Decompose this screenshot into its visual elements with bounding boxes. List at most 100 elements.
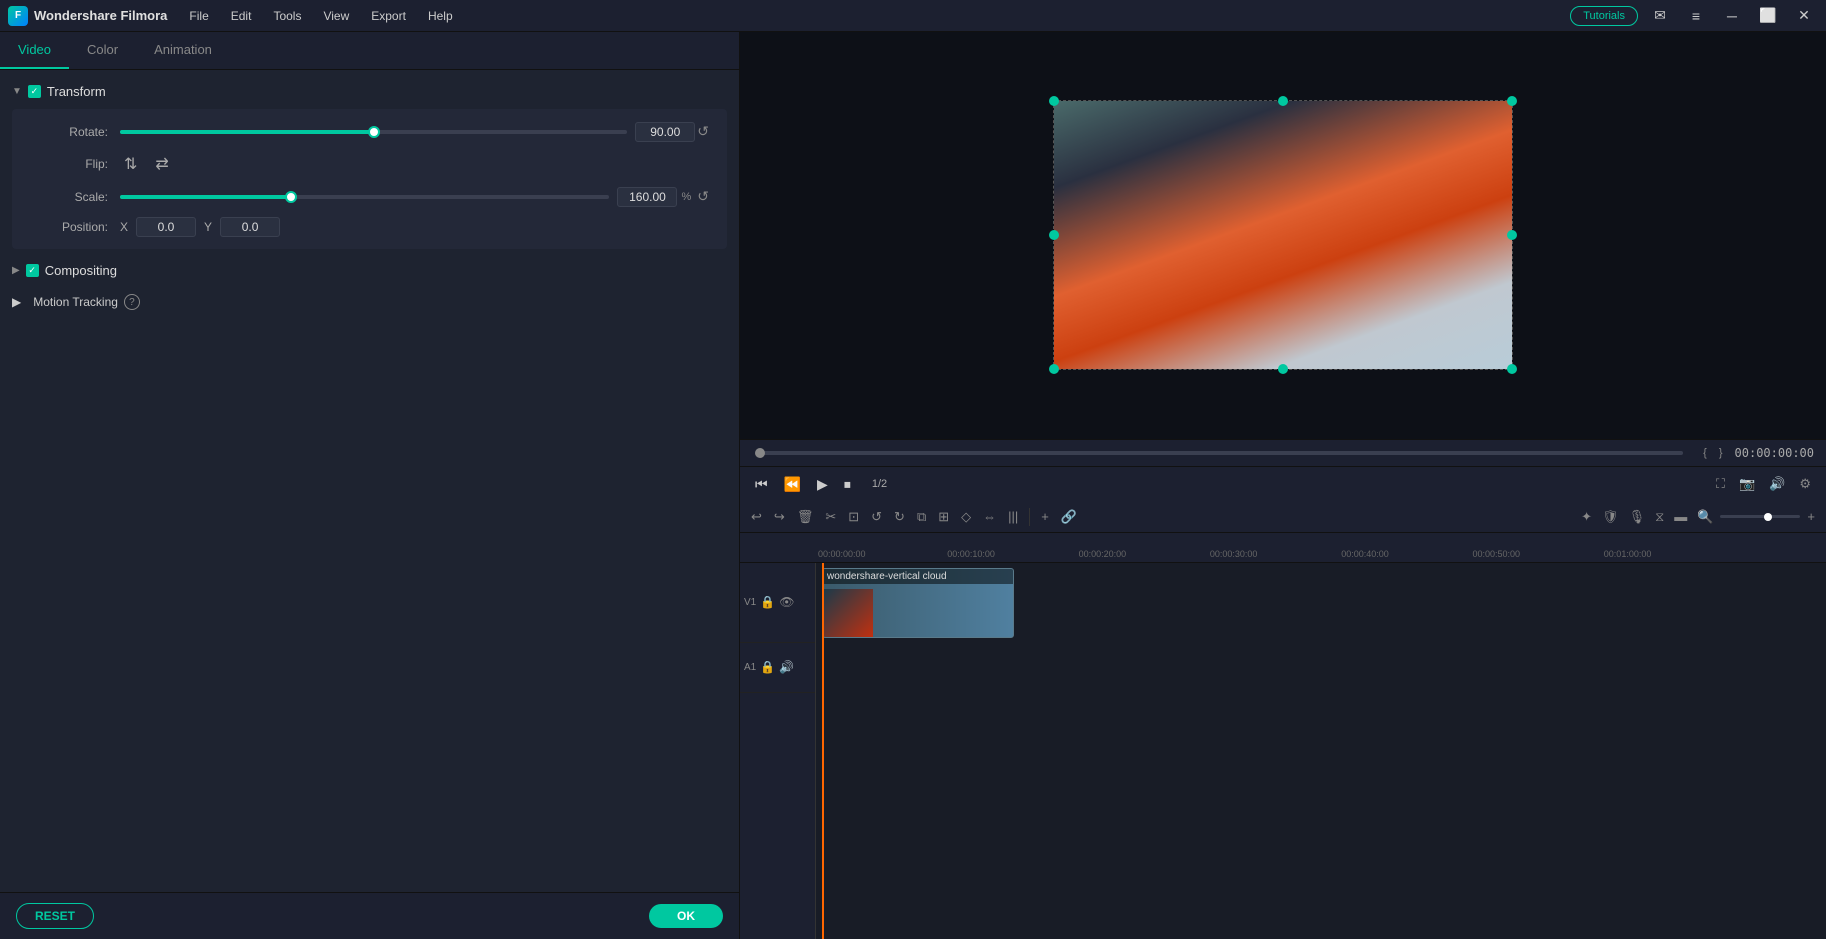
delete-tool[interactable]: 🗑 xyxy=(794,506,817,528)
transform-section-header[interactable]: ▼ ✓ Transform xyxy=(0,78,739,105)
clip-thumbnail xyxy=(823,589,873,637)
cut-tool[interactable]: ✂ xyxy=(822,506,839,528)
settings-icon[interactable]: ⚙ xyxy=(1796,473,1814,495)
menu-help[interactable]: Help xyxy=(418,5,463,27)
ruler-mark-2: 00:00:20:00 xyxy=(1079,549,1127,559)
rotate-row: Rotate: 90.00 ↺ xyxy=(28,121,711,142)
close-button[interactable]: ✕ xyxy=(1790,2,1818,30)
menu-export[interactable]: Export xyxy=(361,5,416,27)
handle-bottom-mid[interactable] xyxy=(1278,364,1288,374)
video-clip[interactable]: wondershare-vertical cloud xyxy=(822,568,1014,638)
audio-icon[interactable]: 🔊 xyxy=(1766,473,1788,495)
menu-file[interactable]: File xyxy=(179,5,218,27)
pos-x-input[interactable]: 0.0 xyxy=(136,217,196,237)
transform-title: Transform xyxy=(47,84,106,99)
rotate-left-tool[interactable]: ↺ xyxy=(868,506,885,528)
handle-bottom-right[interactable] xyxy=(1507,364,1517,374)
undo-tool[interactable]: ↩ xyxy=(748,506,765,528)
fullscreen-icon[interactable]: ⛶ xyxy=(1713,473,1728,495)
flip-vertical-button[interactable]: ⇄ xyxy=(151,152,172,176)
handle-top-mid[interactable] xyxy=(1278,96,1288,106)
minimize-button[interactable]: ─ xyxy=(1718,2,1746,30)
mail-icon[interactable]: ✉ xyxy=(1646,2,1674,30)
transition-icon[interactable]: ⧖ xyxy=(1652,506,1667,528)
preview-canvas xyxy=(1053,100,1513,370)
rotate-label: Rotate: xyxy=(28,125,108,139)
scale-row: Scale: 160.00 % ↺ xyxy=(28,186,711,207)
menu-view[interactable]: View xyxy=(313,5,359,27)
time-display: 00:00:00:00 xyxy=(1735,446,1814,460)
diamond-tool[interactable]: ◇ xyxy=(958,506,974,528)
zoom-in-icon[interactable]: + xyxy=(1804,506,1818,527)
handle-mid-right[interactable] xyxy=(1507,230,1517,240)
stop-button[interactable]: ⏹ xyxy=(841,473,854,496)
titlebar-right: Tutorials ✉ ≡ ─ ⬜ ✕ xyxy=(1570,2,1818,30)
tutorials-button[interactable]: Tutorials xyxy=(1570,6,1638,26)
caption-icon[interactable]: ▬ xyxy=(1671,506,1690,527)
tab-video[interactable]: Video xyxy=(0,32,69,69)
tab-animation[interactable]: Animation xyxy=(136,32,230,69)
rotate-reset-button[interactable]: ↺ xyxy=(695,121,711,142)
ruler-mark-0: 00:00:00:00 xyxy=(818,549,866,559)
play-button[interactable]: ▶ xyxy=(814,473,831,496)
audio-tool[interactable]: ||| xyxy=(1005,506,1021,527)
progress-bar[interactable] xyxy=(760,451,1683,455)
reset-button[interactable]: RESET xyxy=(16,903,94,929)
scale-label: Scale: xyxy=(28,190,108,204)
rotate-slider-thumb[interactable] xyxy=(368,126,380,138)
motion-tracking-section-header[interactable]: ▶ Motion Tracking ? xyxy=(0,288,739,316)
scale-unit: % xyxy=(681,191,691,203)
link-tool[interactable]: 🔗 xyxy=(1058,506,1080,528)
scale-input[interactable]: 160.00 xyxy=(617,187,677,207)
rotate-input[interactable]: 90.00 xyxy=(635,122,695,142)
crop-tool[interactable]: ⊡ xyxy=(845,506,862,528)
video-track-lock[interactable]: 🔒 xyxy=(760,595,775,609)
zoom-effects-icon[interactable]: ✦ xyxy=(1578,506,1595,528)
menu-tools[interactable]: Tools xyxy=(263,5,311,27)
timeline-toolbar: ↩ ↪ 🗑 ✂ ⊡ ↺ ↻ ⧉ ⊞ ◇ ⇔ ||| + 🔗 ✦ 🛡 🎙 ⧖ ▬ … xyxy=(740,502,1826,533)
compositing-section-header[interactable]: ▶ ✓ Compositing xyxy=(0,257,739,284)
pos-y-label: Y xyxy=(204,220,212,234)
titlebar-left: F Wondershare Filmora File Edit Tools Vi… xyxy=(8,5,463,27)
right-bracket: } xyxy=(1719,447,1723,459)
handle-top-right[interactable] xyxy=(1507,96,1517,106)
scale-slider[interactable] xyxy=(120,195,609,199)
zoom-slider[interactable] xyxy=(1720,515,1800,518)
flip-horizontal-button[interactable]: ⇅ xyxy=(120,152,141,176)
app-title: Wondershare Filmora xyxy=(34,8,167,23)
motion-tracking-help-icon[interactable]: ? xyxy=(124,294,140,310)
zoom-out-icon[interactable]: 🔍 xyxy=(1694,506,1716,528)
compositing-title: Compositing xyxy=(45,263,117,278)
fit-tool[interactable]: ⧉ xyxy=(914,506,929,528)
rotate-slider[interactable] xyxy=(120,130,627,134)
menu-icon[interactable]: ≡ xyxy=(1682,2,1710,30)
align-tool[interactable]: ⇔ xyxy=(980,506,999,527)
compositing-checkbox[interactable]: ✓ xyxy=(26,264,39,277)
shield-icon[interactable]: 🛡 xyxy=(1599,506,1622,528)
progress-indicator xyxy=(755,448,765,458)
video-track-visibility[interactable]: 👁 xyxy=(779,595,794,609)
tab-color[interactable]: Color xyxy=(69,32,136,69)
prev-frame-button[interactable]: ⏪ xyxy=(781,473,804,496)
handle-bottom-left[interactable] xyxy=(1049,364,1059,374)
ruler-mark-3: 00:00:30:00 xyxy=(1210,549,1258,559)
playback-controls: ⏮ ⏪ ▶ ⏹ 1/2 ⛶ 📷 🔊 ⚙ xyxy=(740,466,1826,502)
add-track-button[interactable]: + xyxy=(1038,506,1052,527)
expand-tool[interactable]: ⊞ xyxy=(935,506,952,528)
ruler-mark-1: 00:00:10:00 xyxy=(947,549,995,559)
redo-tool[interactable]: ↪ xyxy=(771,506,788,528)
menu-edit[interactable]: Edit xyxy=(221,5,262,27)
screenshot-icon[interactable]: 📷 xyxy=(1736,473,1758,495)
transform-checkbox[interactable]: ✓ xyxy=(28,85,41,98)
handle-mid-left[interactable] xyxy=(1049,230,1059,240)
ok-button[interactable]: OK xyxy=(649,904,723,928)
audio-track-visibility[interactable]: 🔊 xyxy=(779,660,794,674)
rotate-right-tool[interactable]: ↻ xyxy=(891,506,908,528)
scale-slider-thumb[interactable] xyxy=(285,191,297,203)
pos-y-input[interactable]: 0.0 xyxy=(220,217,280,237)
rewind-button[interactable]: ⏮ xyxy=(752,473,771,496)
scale-reset-button[interactable]: ↺ xyxy=(695,186,711,207)
mic-icon[interactable]: 🎙 xyxy=(1626,506,1649,528)
audio-track-lock[interactable]: 🔒 xyxy=(760,660,775,674)
restore-button[interactable]: ⬜ xyxy=(1754,2,1782,30)
